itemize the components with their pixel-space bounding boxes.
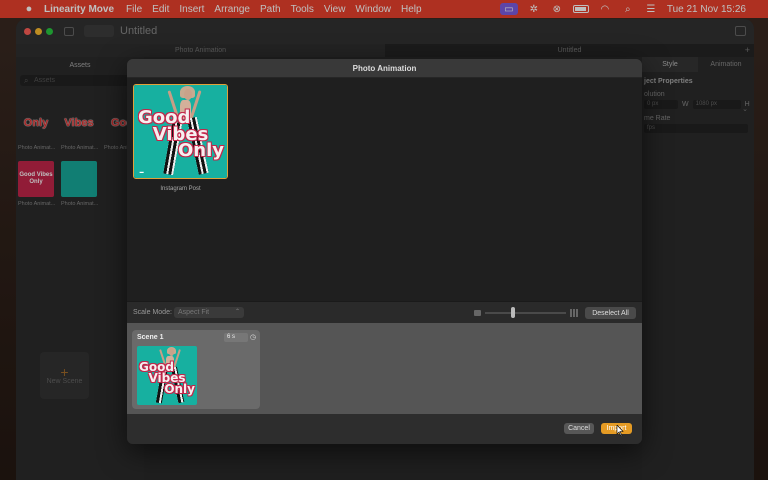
media-thumbnail: Good Vibes Only ▬ bbox=[133, 84, 228, 179]
scene-duration-field[interactable]: 6 s bbox=[224, 333, 248, 342]
mouse-cursor-icon bbox=[616, 425, 624, 436]
cancel-button[interactable]: Cancel bbox=[564, 423, 594, 434]
photo-animation-dialog: Photo Animation Good Vibes Only ▬ Instag… bbox=[127, 59, 642, 444]
scene-strip: Scene 1 6 s ◷ Good Vibes Only bbox=[127, 323, 642, 414]
scale-mode-select[interactable]: Aspect Fit bbox=[174, 307, 244, 318]
media-browser: Good Vibes Only ▬ Instagram Post bbox=[127, 78, 642, 301]
deselect-all-button[interactable]: Deselect All bbox=[585, 307, 636, 319]
scene-thumbnail: Good Vibes Only bbox=[137, 346, 197, 405]
scale-mode-label: Scale Mode: bbox=[133, 309, 172, 316]
scene-cover-artwork: Good Vibes Only bbox=[137, 346, 197, 405]
scene-card[interactable]: Scene 1 6 s ◷ Good Vibes Only bbox=[132, 330, 260, 409]
scene-cover-line-3: Only bbox=[164, 382, 195, 396]
dialog-title: Photo Animation bbox=[127, 59, 642, 78]
cover-artwork: Good Vibes Only ▬ bbox=[134, 85, 227, 178]
clock-icon[interactable]: ◷ bbox=[250, 333, 256, 341]
thumbnail-size-slider[interactable] bbox=[485, 312, 566, 314]
large-grid-icon bbox=[570, 309, 578, 317]
scene-name: Scene 1 bbox=[137, 334, 164, 341]
slider-handle[interactable] bbox=[511, 307, 516, 318]
cover-line-3: Only bbox=[177, 140, 224, 161]
dialog-footer: Cancel Import bbox=[127, 414, 642, 444]
cover-logo-mark: ▬ bbox=[139, 169, 144, 175]
scale-toolbar: Scale Mode: Aspect Fit Deselect All bbox=[127, 301, 642, 323]
media-item-instagram-post[interactable]: Good Vibes Only ▬ Instagram Post bbox=[133, 84, 228, 192]
small-thumbnail-icon bbox=[474, 310, 481, 316]
media-caption: Instagram Post bbox=[160, 186, 201, 192]
